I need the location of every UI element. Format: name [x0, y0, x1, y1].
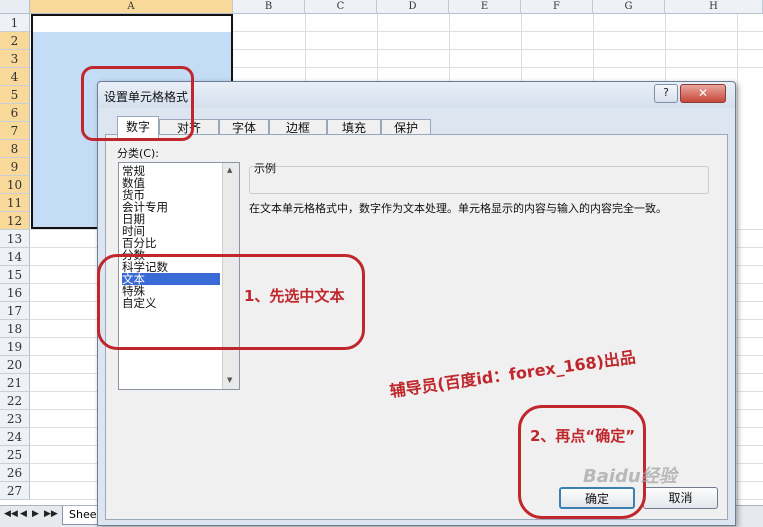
row-header[interactable]: 24 — [0, 428, 30, 446]
row-header[interactable]: 5 — [0, 86, 30, 104]
sample-box — [249, 166, 709, 194]
scroll-up-icon[interactable]: ▲ — [227, 166, 232, 174]
row-header[interactable]: 27 — [0, 482, 30, 500]
row-header[interactable]: 2 — [0, 32, 30, 50]
row-header[interactable]: 21 — [0, 374, 30, 392]
sample-label: 示例 — [254, 162, 276, 175]
row-header[interactable]: 22 — [0, 392, 30, 410]
row-header[interactable]: 13 — [0, 230, 30, 248]
column-header-f[interactable]: F — [521, 0, 593, 14]
scroll-down-icon[interactable]: ▼ — [227, 376, 232, 384]
last-sheet-button[interactable]: ▶▶ — [44, 509, 58, 519]
column-header-d[interactable]: D — [377, 0, 449, 14]
prev-sheet-button[interactable]: ◀ — [20, 509, 27, 519]
column-header-e[interactable]: E — [449, 0, 521, 14]
tab-number[interactable]: 数字 — [117, 116, 159, 138]
row-header[interactable]: 18 — [0, 320, 30, 338]
row-header[interactable]: 14 — [0, 248, 30, 266]
select-all-corner[interactable] — [0, 0, 30, 14]
row-header[interactable]: 26 — [0, 464, 30, 482]
row-header[interactable]: 12 — [0, 212, 30, 230]
column-header-b[interactable]: B — [233, 0, 305, 14]
row-header[interactable]: 4 — [0, 68, 30, 86]
column-header-a[interactable]: A — [30, 0, 233, 14]
row-header[interactable]: 19 — [0, 338, 30, 356]
row-header[interactable]: 20 — [0, 356, 30, 374]
row-header[interactable]: 25 — [0, 446, 30, 464]
format-description: 在文本单元格格式中，数字作为文本处理。单元格显示的内容与输入的内容完全一致。 — [249, 202, 667, 215]
gridline — [737, 14, 738, 514]
first-sheet-button[interactable]: ◀◀ — [4, 509, 18, 519]
row-header[interactable]: 17 — [0, 302, 30, 320]
column-header-c[interactable]: C — [305, 0, 377, 14]
annotation-step1: 1、先选中文本 — [244, 287, 345, 305]
column-header-h[interactable]: H — [665, 0, 763, 14]
row-header[interactable]: 11 — [0, 194, 30, 212]
baidu-watermark: Baidu经验 — [583, 466, 677, 487]
row-header[interactable]: 15 — [0, 266, 30, 284]
row-header[interactable]: 8 — [0, 140, 30, 158]
row-header[interactable]: 16 — [0, 284, 30, 302]
row-header[interactable]: 9 — [0, 158, 30, 176]
close-button[interactable]: ✕ — [680, 84, 726, 103]
category-label: 分类(C): — [117, 147, 159, 160]
column-header-g[interactable]: G — [593, 0, 665, 14]
help-button[interactable]: ? — [654, 84, 678, 103]
row-header[interactable]: 3 — [0, 50, 30, 68]
row-header[interactable]: 1 — [0, 14, 30, 32]
row-header[interactable]: 7 — [0, 122, 30, 140]
next-sheet-button[interactable]: ▶ — [32, 509, 39, 519]
active-cell-a1[interactable] — [31, 14, 233, 32]
annotation-step2: 2、再点“确定” — [530, 427, 636, 445]
row-header[interactable]: 23 — [0, 410, 30, 428]
row-header[interactable]: 10 — [0, 176, 30, 194]
cancel-button[interactable]: 取消 — [643, 487, 718, 509]
row-header[interactable]: 6 — [0, 104, 30, 122]
